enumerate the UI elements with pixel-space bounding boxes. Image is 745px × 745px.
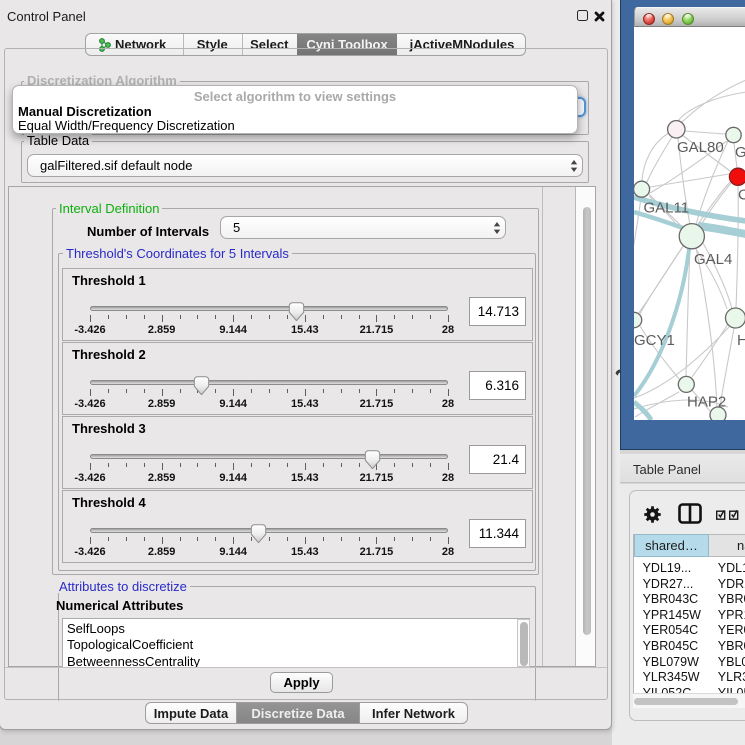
svg-text:GAL80: GAL80 bbox=[677, 139, 724, 156]
svg-text:GCY1: GCY1 bbox=[634, 332, 675, 349]
svg-text:GAL4: GAL4 bbox=[694, 251, 732, 268]
svg-text:GAL11: GAL11 bbox=[644, 200, 690, 217]
svg-text:HAP2: HAP2 bbox=[687, 394, 726, 411]
svg-text:GA: GA bbox=[735, 144, 745, 161]
svg-text:C: C bbox=[738, 187, 745, 204]
svg-text:H: H bbox=[737, 332, 745, 349]
